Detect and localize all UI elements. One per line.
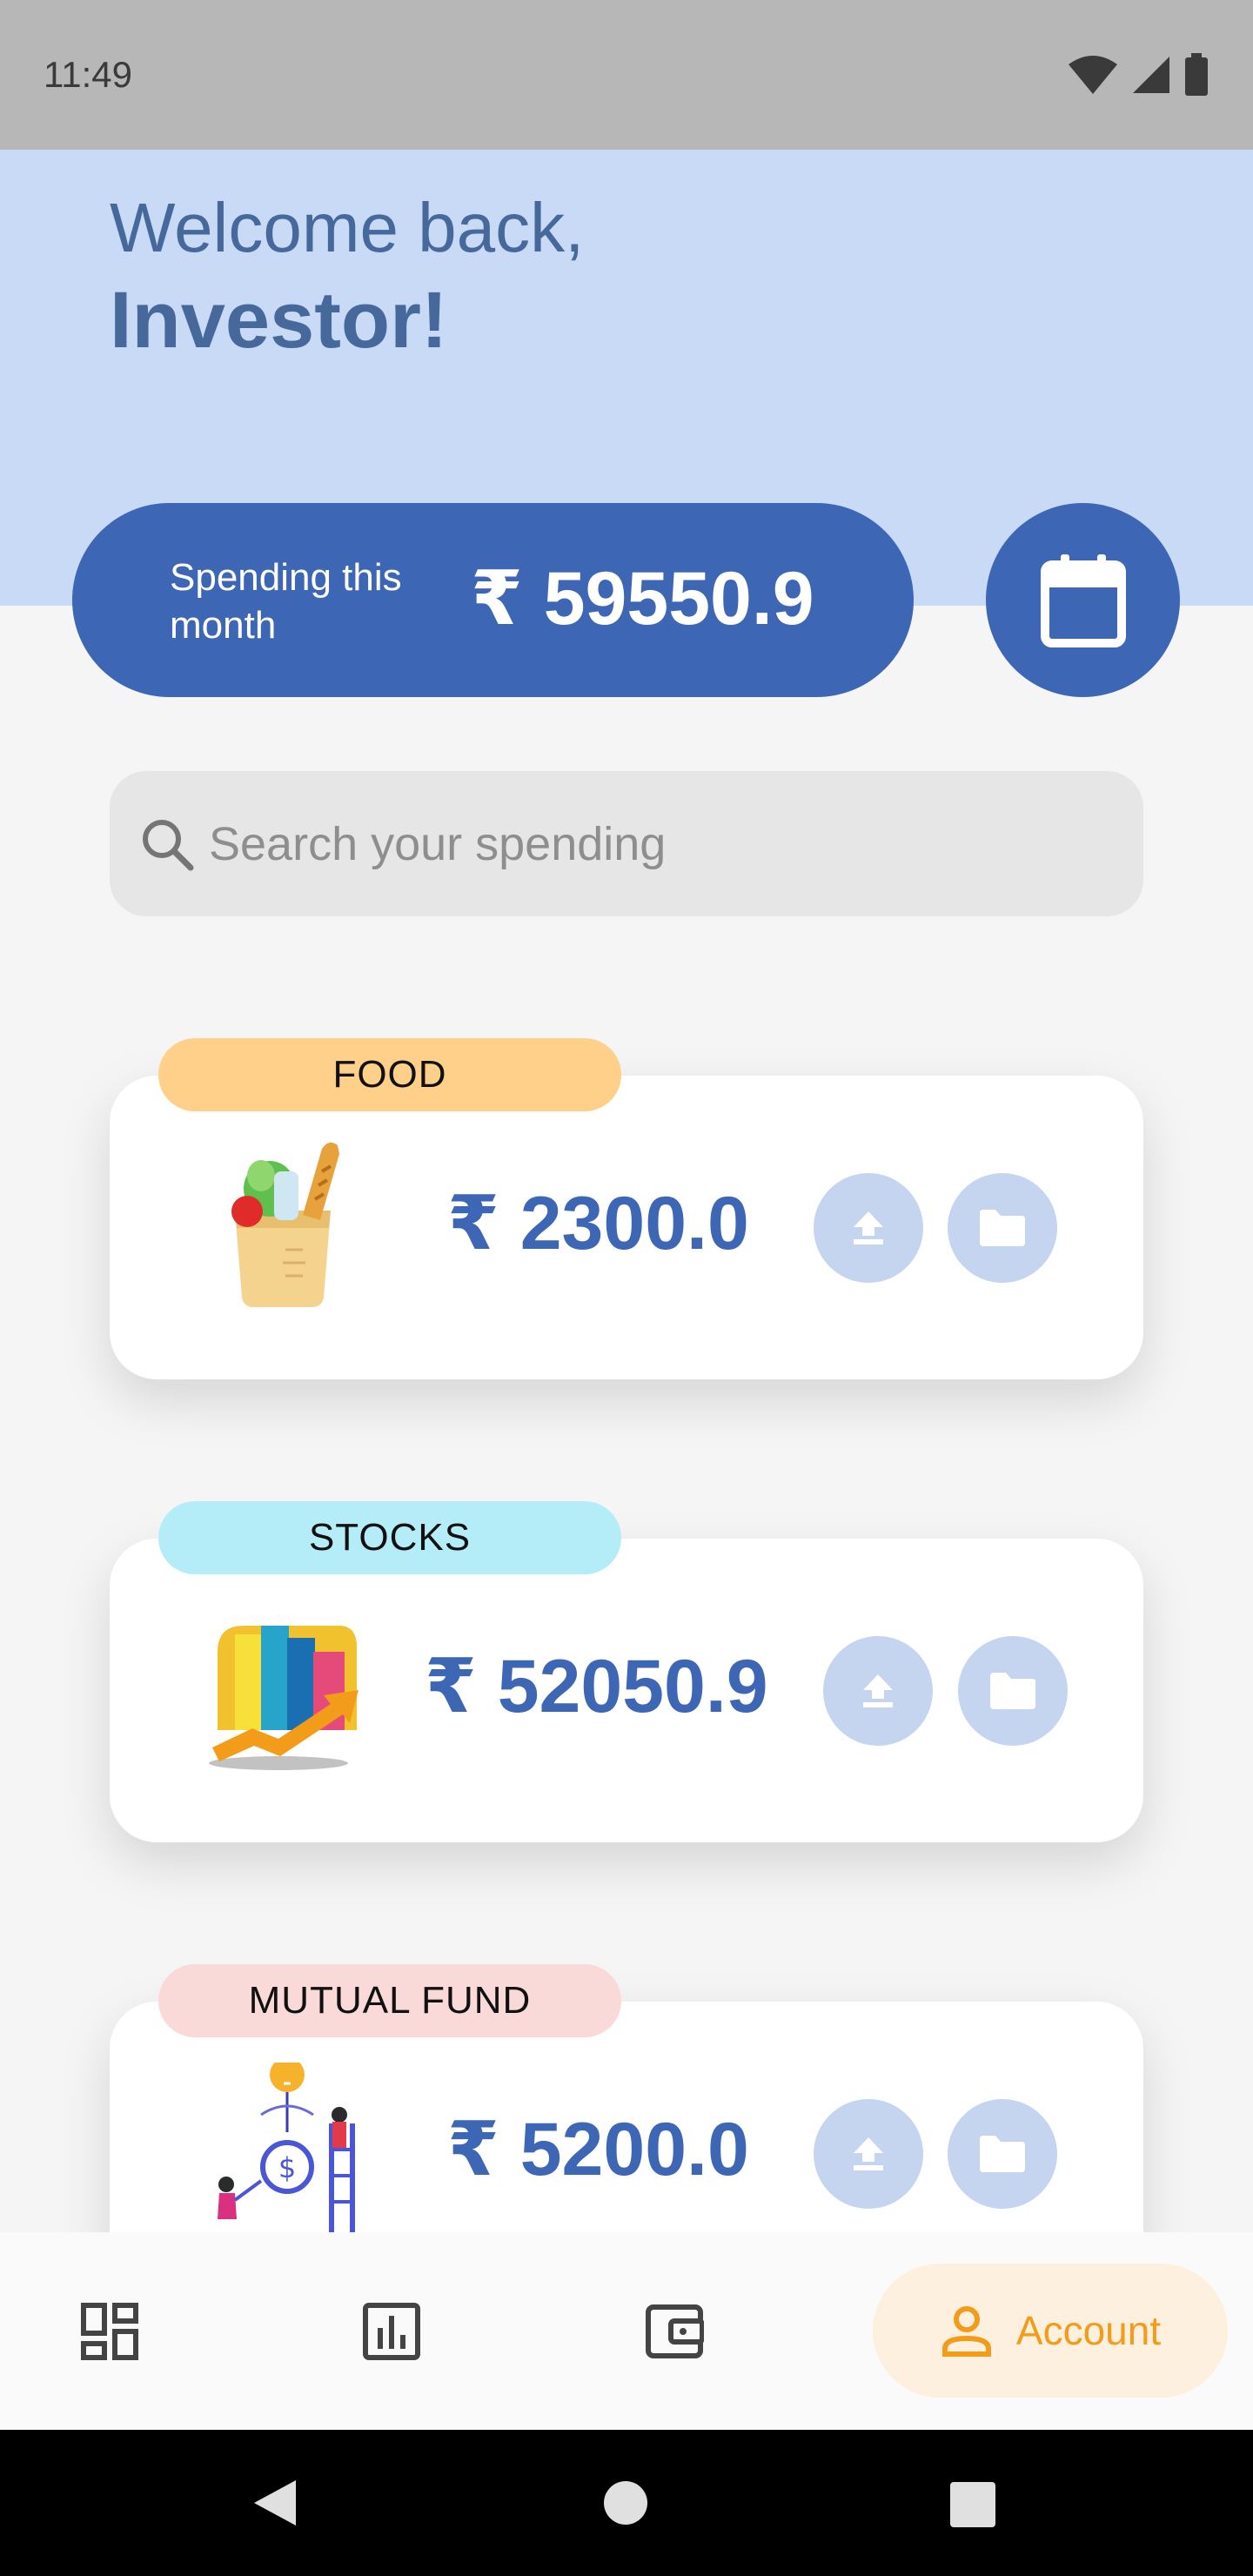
category-card-stocks[interactable]: ₹ 52050.9 [110, 1539, 1143, 1842]
category-amount: ₹ 5200.0 [447, 2108, 749, 2191]
category-tag-mutual-fund: MUTUAL FUND [158, 1964, 621, 2037]
nav-wallet[interactable] [617, 2265, 732, 2398]
category-card-food[interactable]: ₹ 2300.0 [110, 1076, 1143, 1379]
upload-icon [854, 2137, 883, 2170]
system-navigation-bar [0, 2430, 1253, 2576]
folder-button[interactable] [948, 1173, 1057, 1283]
person-icon [941, 2306, 991, 2357]
back-icon[interactable] [251, 2477, 299, 2529]
nav-statistics[interactable] [334, 2265, 449, 2398]
mutual-fund-icon: $ [218, 2063, 355, 2232]
category-amount: ₹ 2300.0 [447, 1182, 749, 1265]
upload-button[interactable] [823, 1636, 933, 1746]
category-tag-food: FOOD [158, 1038, 621, 1111]
category-tag-stocks: STOCKS [158, 1501, 621, 1574]
bar-chart-icon [363, 2303, 420, 2360]
nav-dashboard[interactable] [52, 2265, 167, 2398]
upload-icon [854, 1211, 883, 1244]
upload-icon [863, 1674, 893, 1707]
category-list: ₹ 2300.0 FOOD ₹ 52050.9 STOCKS $ ₹ 5200.… [0, 0, 1253, 2232]
bottom-navigation: Account [0, 2232, 1253, 2430]
home-icon[interactable] [603, 2480, 648, 2526]
folder-button[interactable] [948, 2099, 1057, 2209]
dashboard-icon [81, 2303, 138, 2360]
wallet-icon [646, 2304, 704, 2358]
folder-icon [980, 2136, 1025, 2172]
folder-icon [990, 1673, 1035, 1709]
upload-button[interactable] [814, 1173, 923, 1283]
folder-icon [980, 1210, 1025, 1246]
nav-account-label: Account [1015, 2308, 1162, 2353]
upload-button[interactable] [814, 2099, 923, 2209]
recents-icon[interactable] [950, 2482, 995, 2527]
category-amount: ₹ 52050.9 [425, 1645, 768, 1728]
svg-text:$: $ [278, 2151, 296, 2184]
folder-button[interactable] [958, 1636, 1068, 1746]
grocery-bag-icon [231, 1142, 339, 1307]
nav-account[interactable]: Account [873, 2264, 1228, 2398]
stocks-growth-icon [209, 1626, 358, 1770]
